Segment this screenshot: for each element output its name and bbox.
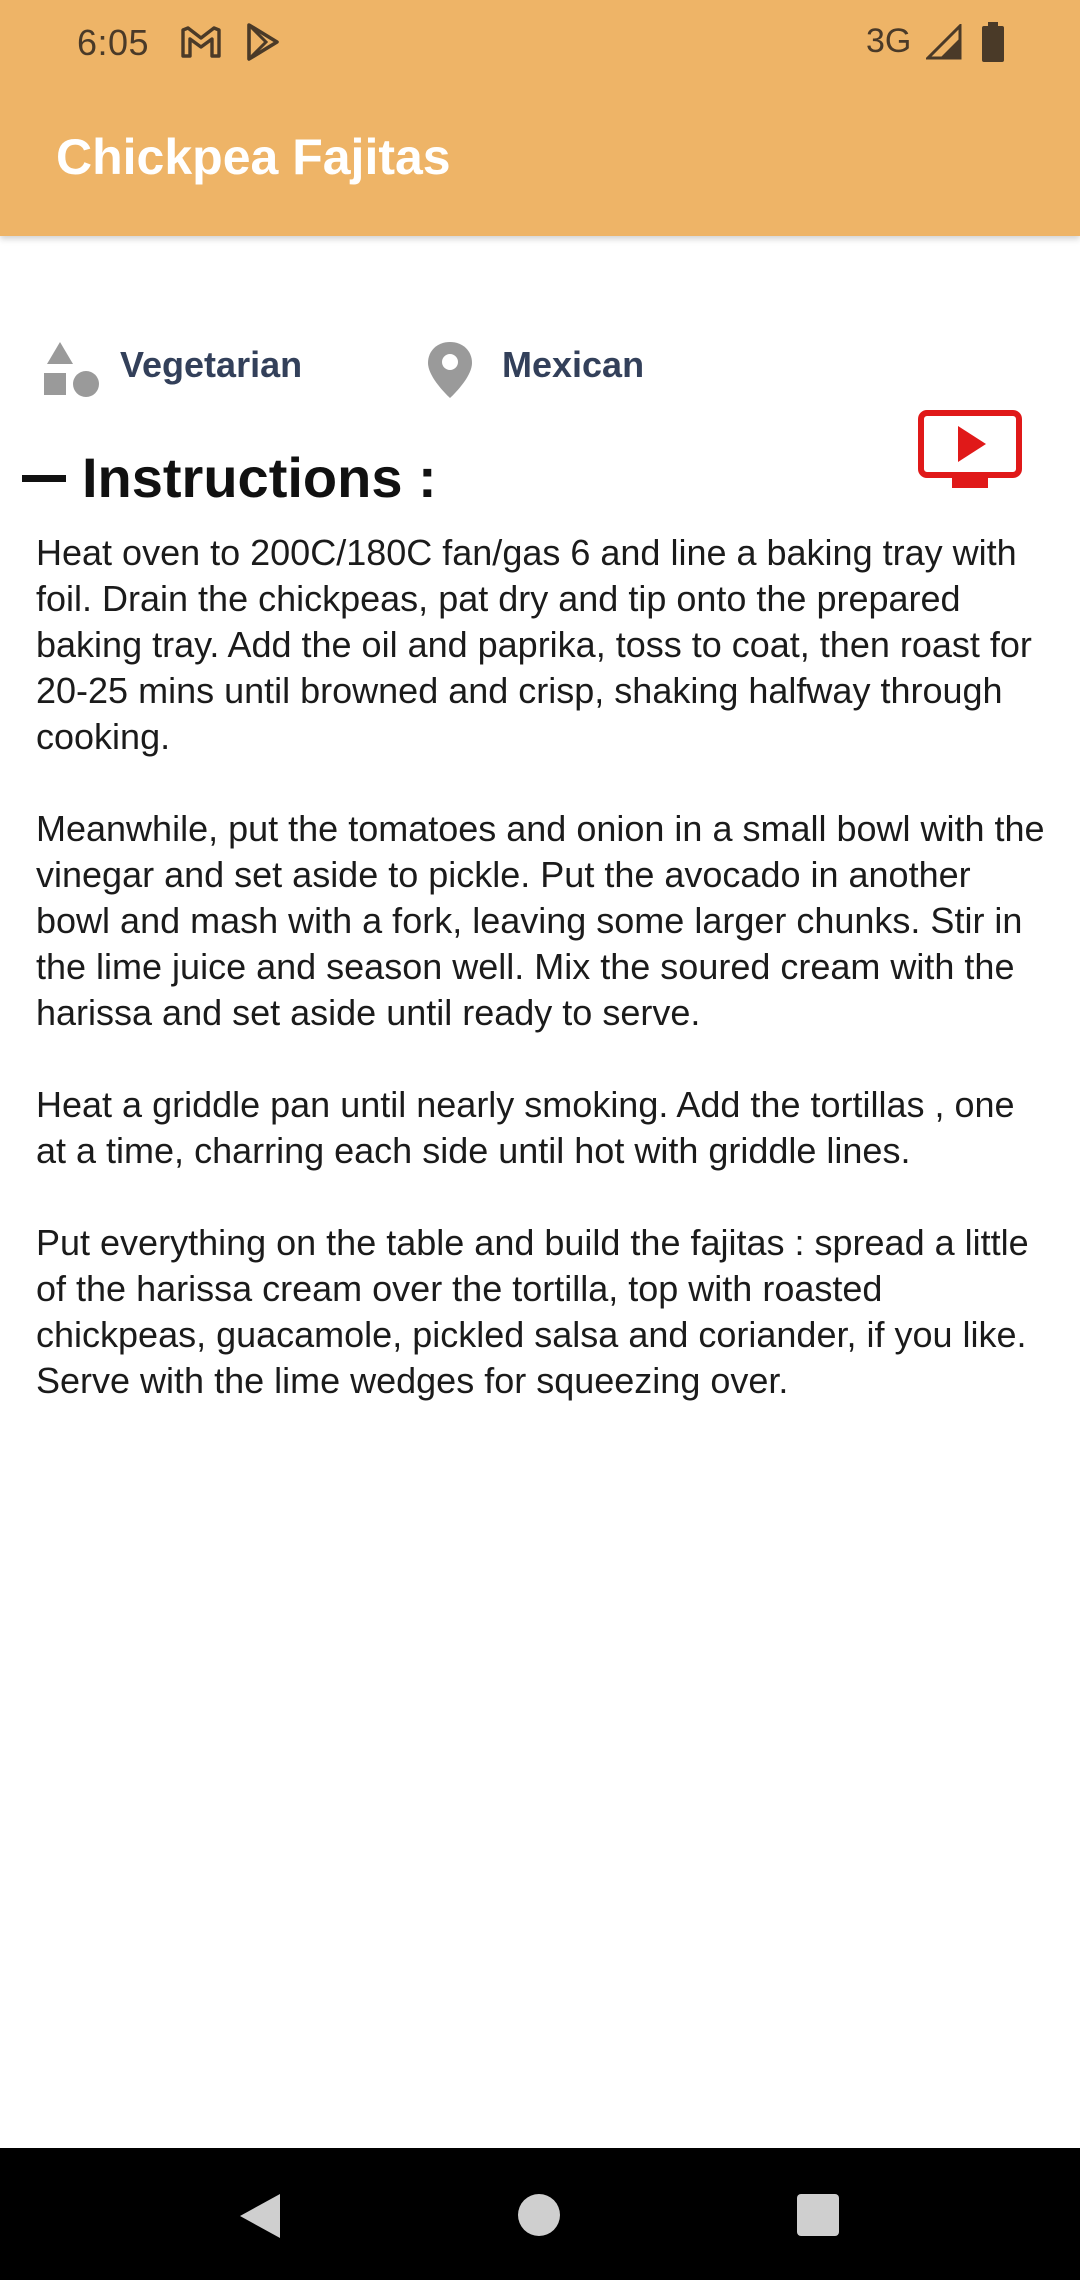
instruction-paragraph: Heat oven to 200C/180C fan/gas 6 and lin… <box>36 532 1032 757</box>
status-bar: 6:05 3G <box>0 0 1080 86</box>
gmail-icon <box>181 26 221 58</box>
signal-icon <box>926 24 962 60</box>
header-dash <box>22 475 66 482</box>
instruction-paragraph: Put everything on the table and build th… <box>36 1222 1029 1401</box>
battery-icon <box>982 22 1004 62</box>
instruction-paragraph: Heat a griddle pan until nearly smoking.… <box>36 1084 1015 1171</box>
instructions-body: Heat oven to 200C/180C fan/gas 6 and lin… <box>36 530 1046 1450</box>
network-type: 3G <box>866 22 912 60</box>
app-bar: 6:05 3G Chickpea Fajitas <box>0 0 1080 236</box>
category-icon <box>44 342 99 397</box>
meta-row: Vegetarian Mexican <box>0 340 1080 420</box>
location-pin-icon <box>428 342 472 398</box>
youtube-play-icon[interactable] <box>918 410 1022 494</box>
page-title: Chickpea Fajitas <box>56 129 451 185</box>
area-label: Mexican <box>502 344 645 385</box>
recents-icon[interactable] <box>797 2194 839 2236</box>
play-store-icon <box>247 23 279 61</box>
instructions-title: Instructions : <box>82 446 437 509</box>
status-time: 6:05 <box>77 22 150 63</box>
back-icon[interactable] <box>238 2192 282 2240</box>
home-icon[interactable] <box>518 2194 560 2236</box>
category-label: Vegetarian <box>120 344 303 385</box>
instruction-paragraph: Meanwhile, put the tomatoes and onion in… <box>36 808 1045 1033</box>
navigation-bar <box>0 2148 1080 2280</box>
